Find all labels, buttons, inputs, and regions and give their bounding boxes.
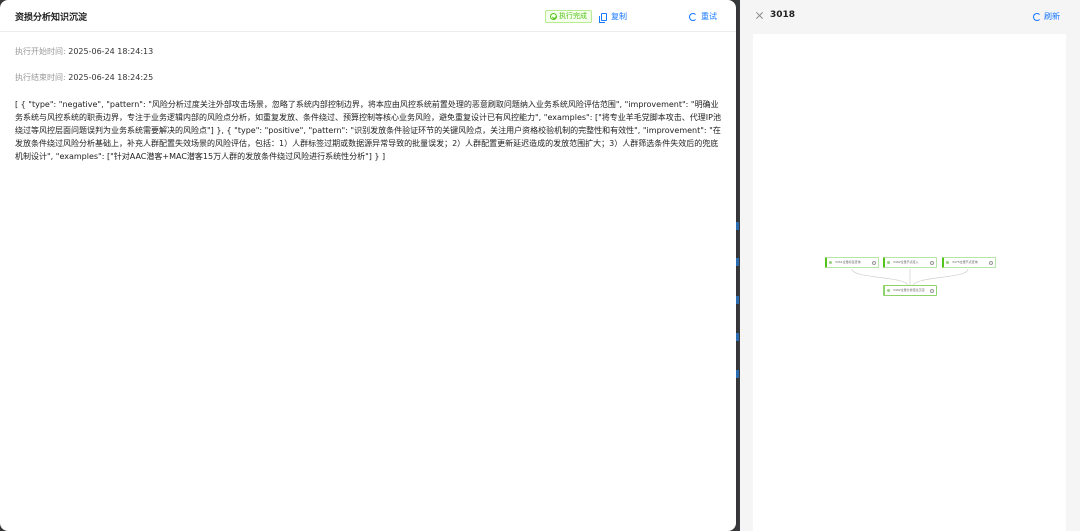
flow-node[interactable]: 3462全量分析结论沉淀 xyxy=(883,285,937,296)
retry-button-label: 重试 xyxy=(701,12,717,21)
node-ring-icon xyxy=(930,289,934,293)
node-ring-icon xyxy=(989,261,993,265)
seam-marker xyxy=(736,370,739,378)
seam-marker xyxy=(736,258,739,266)
seam-marker xyxy=(736,222,739,230)
dialog-header: 资损分析知识沉淀 执行完成 复制 重试 xyxy=(0,0,736,32)
node-status-dot xyxy=(946,261,949,264)
flow-node-label: 3451全量标签查询 xyxy=(835,260,861,264)
copy-icon xyxy=(599,12,607,23)
end-time-label: 执行结束时间: xyxy=(15,73,66,82)
flow-connectors xyxy=(851,268,969,287)
status-badge-label: 执行完成 xyxy=(559,12,587,20)
node-status-dot xyxy=(887,261,890,264)
flow-panel: 3018 刷新 3451全量标签查询 3462全量节点接入 3475全量节点查询 xyxy=(740,0,1080,531)
start-time-value: 2025-06-24 18:24:13 xyxy=(68,47,154,56)
flow-canvas[interactable]: 3451全量标签查询 3462全量节点接入 3475全量节点查询 3462全量分… xyxy=(753,34,1066,531)
end-time-value: 2025-06-24 18:24:25 xyxy=(68,73,154,82)
refresh-button-label: 刷新 xyxy=(1044,12,1060,21)
node-status-dot xyxy=(887,289,890,292)
status-badge: 执行完成 xyxy=(545,10,592,23)
flow-panel-header: 3018 刷新 xyxy=(740,0,1080,32)
copy-button-label: 复制 xyxy=(611,12,627,21)
node-status-dot xyxy=(829,261,832,264)
start-time-label: 执行开始时间: xyxy=(15,47,66,56)
flow-node-label: 3462全量节点接入 xyxy=(893,260,919,264)
flow-node-label: 3462全量分析结论沉淀 xyxy=(893,288,925,292)
flow-panel-title: 3018 xyxy=(770,10,796,20)
result-json-text: [ { "type": "negative", "pattern": "风险分析… xyxy=(15,100,721,161)
close-icon[interactable] xyxy=(755,11,764,20)
flow-node[interactable]: 3462全量节点接入 xyxy=(883,257,937,268)
end-time-row: 执行结束时间: 2025-06-24 18:24:25 xyxy=(15,72,721,84)
seam-marker xyxy=(736,296,739,304)
node-ring-icon xyxy=(872,261,876,265)
flow-node[interactable]: 3475全量节点查询 xyxy=(942,257,996,268)
node-ring-icon xyxy=(930,261,934,265)
dialog-body: 执行开始时间: 2025-06-24 18:24:13 执行结束时间: 2025… xyxy=(0,46,736,163)
refresh-button[interactable]: 刷新 xyxy=(1033,11,1060,22)
retry-button[interactable]: 重试 xyxy=(689,11,717,22)
check-circle-icon xyxy=(550,13,557,20)
seam-marker xyxy=(736,333,739,341)
copy-button[interactable]: 复制 xyxy=(599,11,627,23)
flow-node[interactable]: 3451全量标签查询 xyxy=(825,257,879,268)
refresh-icon xyxy=(1033,12,1041,21)
retry-icon xyxy=(689,12,697,21)
dialog-title: 资损分析知识沉淀 xyxy=(15,13,88,23)
start-time-row: 执行开始时间: 2025-06-24 18:24:13 xyxy=(15,46,721,58)
analysis-dialog: 资损分析知识沉淀 执行完成 复制 重试 执行开始时间: 2025-06-24 1… xyxy=(0,0,736,531)
flow-node-label: 3475全量节点查询 xyxy=(952,260,978,264)
